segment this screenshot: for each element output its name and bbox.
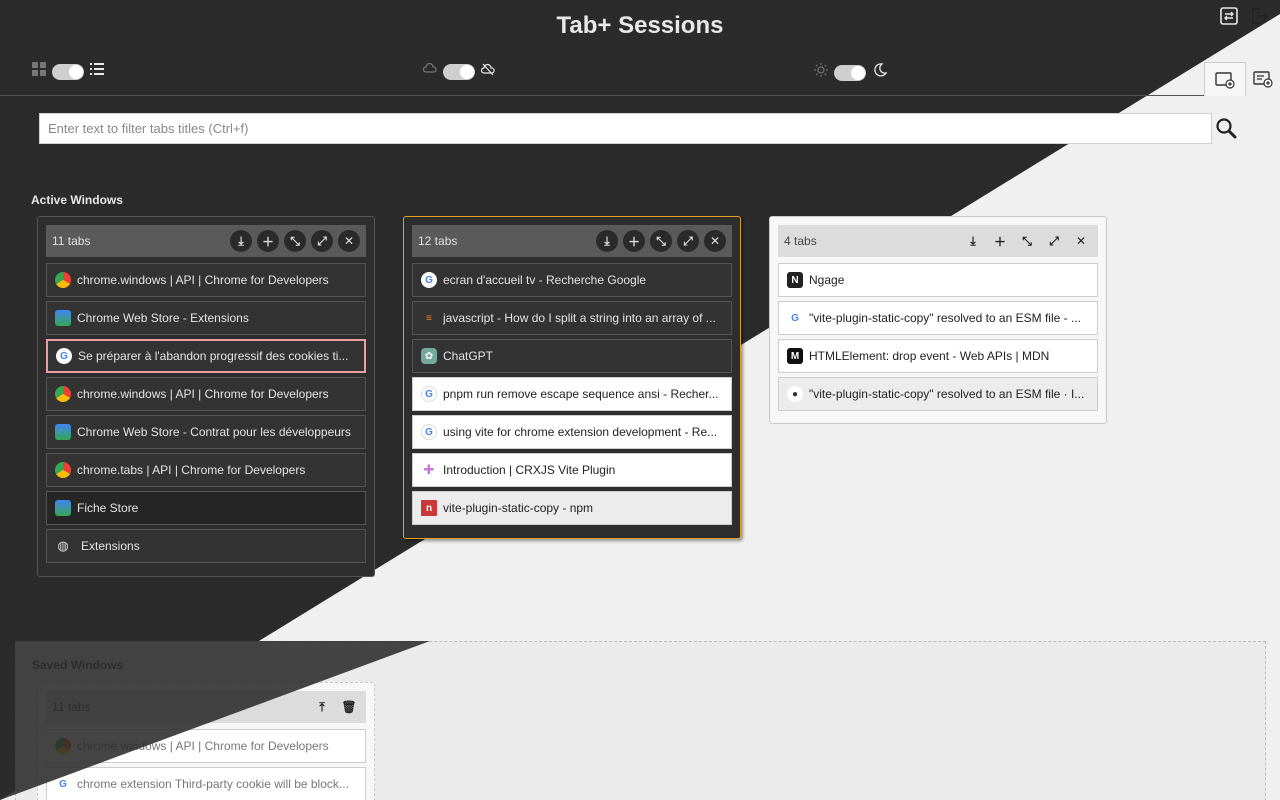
header: Tab+ Sessions bbox=[0, 0, 1280, 96]
view-mode-switch[interactable] bbox=[52, 63, 84, 80]
list-view-icon bbox=[90, 62, 104, 81]
mdn-icon: M bbox=[787, 348, 803, 364]
collapse-button[interactable]: ⤡ bbox=[650, 230, 672, 252]
window-header: 12 tabs ⤓ ＋ ⤡ ⤢ ✕ bbox=[412, 225, 732, 257]
google-icon: G bbox=[421, 386, 437, 402]
active-window-2: 12 tabs ⤓ ＋ ⤡ ⤢ ✕ Gecran d'accueil tv - … bbox=[403, 216, 741, 539]
active-windows-heading: Active Windows bbox=[31, 193, 123, 207]
header-divider bbox=[0, 95, 1205, 96]
webstore-icon bbox=[55, 424, 71, 440]
active-window-3: 4 tabs ⤓ ＋ ⤡ ⤢ ✕ N Ngage G "vite-plugin-st… bbox=[769, 216, 1107, 424]
github-icon: ● bbox=[787, 386, 803, 402]
cloud-off-icon bbox=[480, 62, 495, 81]
theme-toggle[interactable] bbox=[814, 62, 888, 83]
filter-input[interactable] bbox=[40, 114, 1211, 143]
tab-item[interactable]: Chrome Web Store - Contrat pour les déve… bbox=[46, 415, 366, 449]
top-icons bbox=[1218, 5, 1270, 27]
window-header: 11 tabs ⤓ ＋ ⤡ ⤢ ✕ bbox=[46, 225, 366, 257]
add-tab-button[interactable]: ＋ bbox=[257, 230, 279, 252]
tab-item[interactable]: M HTMLElement: drop event - Web APIs | MD… bbox=[778, 339, 1098, 373]
close-window-button[interactable]: ✕ bbox=[338, 230, 360, 252]
sun-icon bbox=[814, 63, 828, 82]
save-window-button[interactable]: ⤓ bbox=[962, 230, 984, 252]
webstore-icon bbox=[55, 310, 71, 326]
filter-box bbox=[39, 113, 1212, 144]
ngage-icon: N bbox=[787, 272, 803, 288]
tab-item[interactable]: ✚ Introduction | CRXJS Vite Plugin bbox=[412, 453, 732, 487]
view-tabs bbox=[1204, 62, 1280, 96]
page-title: Tab+ Sessions bbox=[556, 12, 724, 39]
google-icon: G bbox=[421, 272, 437, 288]
tab-count: 11 tabs bbox=[52, 700, 91, 714]
expand-button[interactable]: ⤢ bbox=[1043, 230, 1065, 252]
active-window-1: 11 tabs ⤓ ＋ ⤡ ⤢ ✕ chrome.windows | API |… bbox=[37, 216, 375, 577]
cloud-icon bbox=[422, 62, 437, 81]
moon-icon bbox=[872, 62, 888, 83]
tab-item[interactable]: chrome.windows | API | Chrome for Develo… bbox=[46, 263, 366, 297]
grid-view-icon bbox=[32, 62, 46, 81]
chrome-icon bbox=[55, 462, 71, 478]
add-tab-button[interactable]: ＋ bbox=[623, 230, 645, 252]
tab-active-windows[interactable] bbox=[1204, 62, 1246, 96]
globe-icon: ◍ bbox=[57, 538, 69, 553]
google-icon: G bbox=[56, 348, 72, 364]
expand-button[interactable]: ⤢ bbox=[311, 230, 333, 252]
save-window-button[interactable]: ⤓ bbox=[230, 230, 252, 252]
tab-count: 12 tabs bbox=[418, 234, 458, 248]
google-icon: G bbox=[421, 424, 437, 440]
close-window-button[interactable]: ✕ bbox=[1070, 230, 1092, 252]
tab-item[interactable]: N Ngage bbox=[778, 263, 1098, 297]
tab-item[interactable]: Gusing vite for chrome extension develop… bbox=[412, 415, 732, 449]
sessions-swap-icon[interactable] bbox=[1218, 5, 1240, 27]
npm-icon: n bbox=[421, 500, 437, 516]
close-window-button[interactable]: ✕ bbox=[704, 230, 726, 252]
restore-window-button[interactable]: ⤒ bbox=[311, 696, 333, 718]
chatgpt-icon: ✿ bbox=[421, 348, 437, 364]
logout-icon[interactable] bbox=[1248, 5, 1270, 27]
tab-item[interactable]: ● "vite-plugin-static-copy" resolved to a… bbox=[778, 377, 1098, 411]
tab-item[interactable]: Fiche Store bbox=[46, 491, 366, 525]
sync-toggle[interactable] bbox=[422, 62, 495, 81]
tab-item[interactable]: ≡ javascript - How do I split a string in… bbox=[412, 301, 732, 335]
tab-item[interactable]: Chrome Web Store - Extensions bbox=[46, 301, 366, 335]
webstore-icon bbox=[55, 500, 71, 516]
theme-switch[interactable] bbox=[834, 64, 866, 81]
tab-item[interactable]: chrome.windows | API | Chrome for Develo… bbox=[46, 377, 366, 411]
tab-item[interactable]: ✿ ChatGPT bbox=[412, 339, 732, 373]
tab-count: 11 tabs bbox=[52, 234, 91, 248]
tab-item[interactable]: Gchrome extension Third-party cookie wil… bbox=[46, 767, 366, 800]
collapse-button[interactable]: ⤡ bbox=[284, 230, 306, 252]
delete-window-button[interactable]: 🗑 bbox=[338, 696, 360, 718]
chrome-icon bbox=[55, 738, 71, 754]
saved-windows-heading: Saved Windows bbox=[32, 658, 124, 672]
add-tab-button[interactable]: ＋ bbox=[989, 230, 1011, 252]
sync-switch[interactable] bbox=[443, 63, 475, 80]
tab-item[interactable]: n vite-plugin-static-copy - npm bbox=[412, 491, 732, 525]
search-icon[interactable] bbox=[1215, 117, 1237, 144]
puzzle-icon: ✚ bbox=[423, 462, 435, 477]
tab-item[interactable]: G Se préparer à l'abandon progressif des … bbox=[46, 339, 366, 373]
view-mode-toggle[interactable] bbox=[32, 62, 104, 81]
google-icon: G bbox=[59, 778, 67, 790]
tab-item[interactable]: G "vite-plugin-static-copy" resolved to a… bbox=[778, 301, 1098, 335]
tab-item[interactable]: ◍ Extensions bbox=[46, 529, 366, 563]
stackoverflow-icon: ≡ bbox=[426, 312, 432, 324]
window-header: 4 tabs ⤓ ＋ ⤡ ⤢ ✕ bbox=[778, 225, 1098, 257]
tab-item[interactable]: chrome.windows | API | Chrome for Develo… bbox=[46, 729, 366, 763]
tab-item[interactable]: Gpnpm run remove escape sequence ansi - … bbox=[412, 377, 732, 411]
expand-button[interactable]: ⤢ bbox=[677, 230, 699, 252]
google-icon: G bbox=[791, 312, 799, 324]
tab-count: 4 tabs bbox=[784, 234, 817, 248]
tab-item[interactable]: chrome.tabs | API | Chrome for Developer… bbox=[46, 453, 366, 487]
collapse-button[interactable]: ⤡ bbox=[1016, 230, 1038, 252]
save-window-button[interactable]: ⤓ bbox=[596, 230, 618, 252]
chrome-icon bbox=[55, 272, 71, 288]
chrome-icon bbox=[55, 386, 71, 402]
tab-item[interactable]: Gecran d'accueil tv - Recherche Google bbox=[412, 263, 732, 297]
saved-window-1: 11 tabs ⤒ 🗑 chrome.windows | API | Chrom… bbox=[37, 682, 375, 800]
tab-saved-windows[interactable] bbox=[1246, 62, 1280, 96]
window-header: 11 tabs ⤒ 🗑 bbox=[46, 691, 366, 723]
